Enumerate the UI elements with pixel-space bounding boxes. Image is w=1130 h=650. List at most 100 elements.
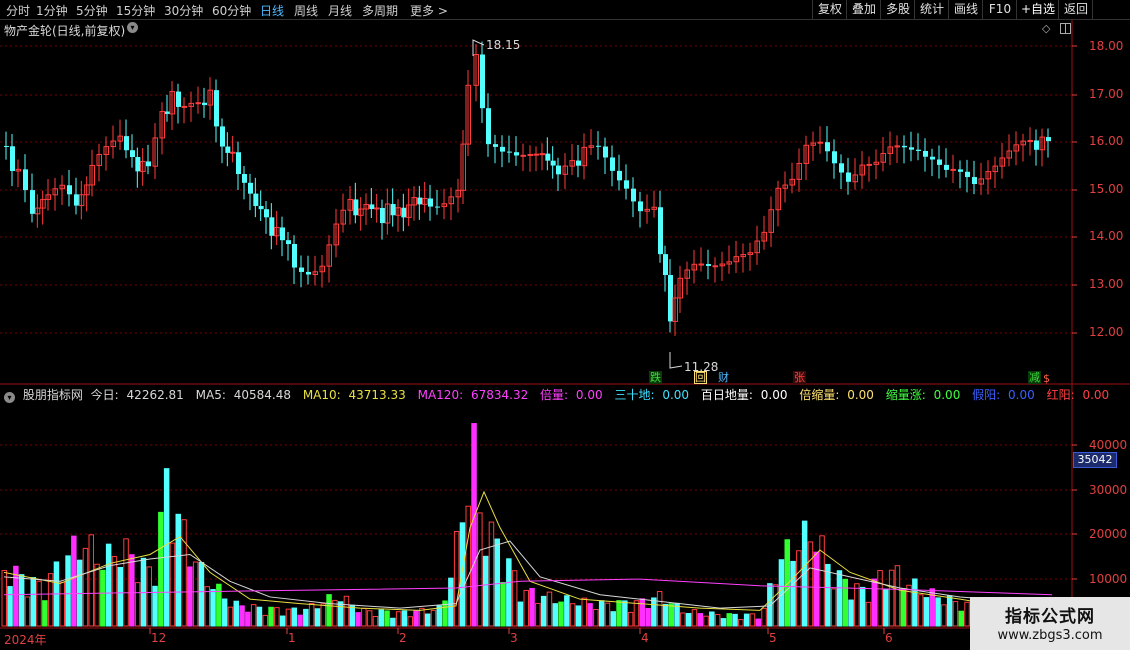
volume-bar <box>720 618 727 627</box>
period-fenshi[interactable]: 分时 <box>6 2 30 19</box>
candle-body <box>4 145 9 147</box>
volume-bar <box>842 578 848 627</box>
statistics-button[interactable]: 统计 <box>914 0 949 19</box>
candle-body <box>406 204 412 218</box>
volume-bar <box>848 599 854 627</box>
volume-bar <box>755 618 761 627</box>
volume-bar <box>366 610 373 627</box>
candle-body <box>74 194 79 206</box>
volume-bar <box>917 594 924 627</box>
add-watchlist-button[interactable]: +自选 <box>1016 0 1059 19</box>
candle-body <box>214 90 219 127</box>
candle-body <box>258 205 264 210</box>
candle-body <box>550 160 556 166</box>
event-marker-rise[interactable]: 张 <box>793 371 806 384</box>
overlay-button[interactable]: 叠加 <box>846 0 881 19</box>
volume-bar <box>511 570 518 627</box>
volume-bar <box>854 583 860 627</box>
volume-bar <box>877 570 883 627</box>
diamond-icon[interactable]: ◇ <box>1042 22 1050 35</box>
period-multi[interactable]: 多周期 <box>362 2 398 19</box>
period-monthly[interactable]: 月线 <box>328 2 352 19</box>
candle-body <box>188 102 194 107</box>
back-button[interactable] <box>1092 0 1130 19</box>
event-marker-return[interactable]: 回 <box>694 371 707 384</box>
volume-bar <box>169 542 176 627</box>
high-price-label: 18.15 <box>486 38 521 52</box>
candle-body <box>195 102 201 105</box>
indicator-name[interactable]: 股朋指标网 <box>23 388 83 402</box>
volume-bar <box>216 583 222 627</box>
volume-bar <box>575 605 582 627</box>
chevron-down-icon[interactable]: ▾ <box>4 392 15 403</box>
event-marker-dividend[interactable]: $ <box>1040 372 1053 385</box>
candle-body <box>353 199 359 216</box>
volume-bar <box>645 607 651 627</box>
candle-body <box>181 105 187 108</box>
candle-body <box>698 263 704 266</box>
volume-bar <box>355 612 361 627</box>
volume-bar <box>343 595 350 627</box>
candle-body <box>89 164 95 186</box>
candle-body <box>992 165 998 173</box>
period-30min[interactable]: 30分钟 <box>164 2 203 19</box>
period-more[interactable]: 更多 > <box>410 2 448 19</box>
volume-bar <box>471 423 477 627</box>
candle-body <box>712 265 718 268</box>
candle-body <box>486 108 491 145</box>
volume-bar <box>274 607 280 627</box>
candle-body <box>672 297 678 322</box>
volume-bar <box>830 588 837 627</box>
candle-body <box>326 244 332 267</box>
candle-body <box>124 136 129 151</box>
volume-bar <box>761 607 767 627</box>
period-1min[interactable]: 1分钟 <box>36 2 68 19</box>
date-tick: 12 <box>151 631 167 645</box>
period-weekly[interactable]: 周线 <box>294 2 318 19</box>
candle-body <box>30 190 35 214</box>
volume-bar <box>250 604 257 627</box>
candle-body <box>880 152 886 163</box>
volume-bar <box>633 600 640 627</box>
candle-body <box>923 150 928 157</box>
volume-bar <box>790 560 796 627</box>
f10-button[interactable]: F10 <box>982 0 1017 19</box>
event-marker-finance[interactable]: 财 <box>717 371 730 384</box>
volume-bar <box>662 603 669 627</box>
volume-bar <box>227 606 234 627</box>
candle-body <box>581 146 587 167</box>
candle-body <box>937 159 942 165</box>
multi-stock-button[interactable]: 多股 <box>880 0 915 19</box>
candlestick-volume-chart[interactable] <box>0 0 1130 650</box>
candle-body <box>384 203 391 224</box>
candle-body <box>706 264 711 266</box>
draw-line-button[interactable]: 画线 <box>948 0 983 19</box>
volume-bar <box>326 594 332 627</box>
mark-button[interactable]: 返回 <box>1058 0 1093 19</box>
candle-body <box>23 169 28 191</box>
panel-layout-icon[interactable] <box>1060 23 1071 34</box>
stock-title[interactable]: 物产金轮(日线,前复权) <box>4 22 125 39</box>
candle-body <box>691 263 697 271</box>
candle-body <box>299 267 304 272</box>
candle-body <box>363 203 369 210</box>
candle-body <box>1039 136 1045 151</box>
candle-body <box>500 146 505 152</box>
candle-body <box>140 160 146 172</box>
period-15min[interactable]: 15分钟 <box>116 2 155 19</box>
volume-bar <box>436 605 442 627</box>
period-daily[interactable]: 日线 <box>260 2 284 19</box>
event-marker-fall[interactable]: 跌 <box>649 371 662 384</box>
period-60min[interactable]: 60分钟 <box>212 2 251 19</box>
fuquan-button[interactable]: 复权 <box>812 0 847 19</box>
chevron-down-icon[interactable]: ▾ <box>127 22 138 33</box>
volume-bar <box>36 580 42 627</box>
period-5min[interactable]: 5分钟 <box>76 2 108 19</box>
volume-bar <box>146 566 152 627</box>
candle-body <box>428 198 433 207</box>
volume-bar <box>163 468 170 627</box>
ma5-line <box>3 540 1053 609</box>
volume-bar <box>158 511 164 627</box>
volume-bar <box>1 570 7 627</box>
candle-body <box>110 140 116 148</box>
